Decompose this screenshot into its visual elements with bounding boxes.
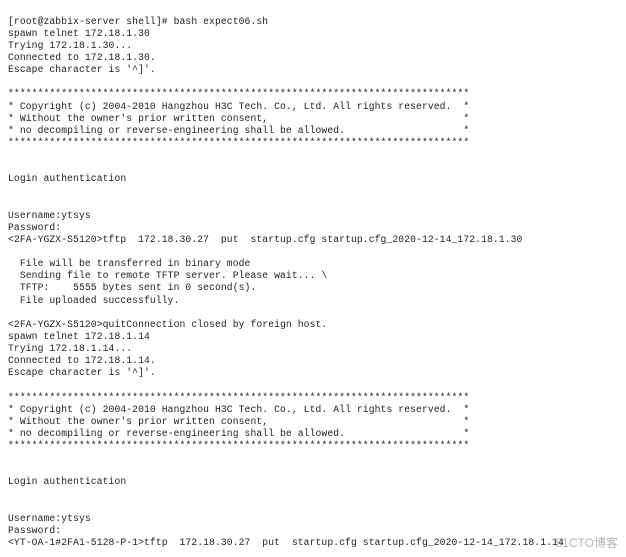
watermark: 51CTO博客	[556, 534, 618, 551]
terminal-output: [root@zabbix-server shell]# bash expect0…	[0, 10, 626, 557]
